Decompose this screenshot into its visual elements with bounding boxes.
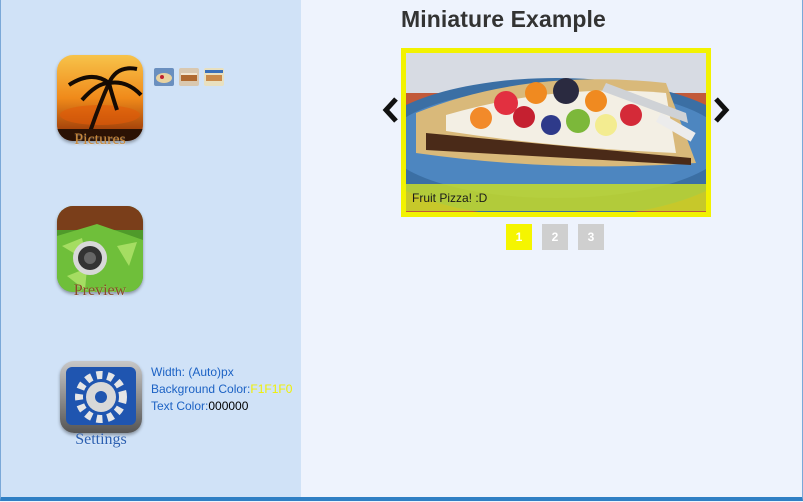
settings-list: Width: (Auto)px Background Color:F1F1F0 … (151, 364, 292, 415)
width-setting[interactable]: Width: (Auto)px (151, 364, 292, 381)
food-thumbnail-icon (154, 68, 174, 86)
text-color-setting[interactable]: Text Color:000000 (151, 398, 292, 415)
width-label: Width: (151, 365, 186, 379)
gear-icon (60, 361, 142, 433)
sidebar (1, 0, 301, 497)
text-color-label: Text Color: (151, 399, 209, 413)
chevron-left-icon (382, 97, 398, 123)
food-thumbnail-icon (179, 68, 199, 86)
image-carousel: Fruit Pizza! :D (401, 48, 711, 217)
settings-app-label: Settings (75, 431, 127, 448)
carousel-pagination: 1 2 3 (506, 224, 604, 250)
slide-caption: Fruit Pizza! :D (412, 191, 488, 205)
page-button-2[interactable]: 2 (542, 224, 568, 250)
thumbnail[interactable] (154, 68, 174, 86)
page-button-1[interactable]: 1 (506, 224, 532, 250)
background-color-label: Background Color: (151, 382, 251, 396)
sunset-palm-icon (57, 55, 143, 141)
pictures-app-icon[interactable] (57, 55, 143, 141)
thumbnail[interactable] (179, 68, 199, 86)
settings-app-icon[interactable] (60, 361, 142, 433)
camera-lens-icon (57, 206, 143, 292)
page-title: Miniature Example (401, 6, 606, 32)
preview-app-icon[interactable] (57, 206, 143, 292)
pictures-app-label: Pictures (74, 131, 126, 148)
previous-slide-button[interactable] (380, 96, 402, 124)
text-color-value: 000000 (208, 399, 249, 413)
page-button-3[interactable]: 3 (578, 224, 604, 250)
food-thumbnail-icon (204, 68, 224, 86)
width-value: (Auto)px (188, 365, 234, 379)
background-color-value: F1F1F0 (250, 382, 293, 396)
preview-app-label: Preview (73, 282, 127, 299)
thumbnail[interactable] (204, 68, 224, 86)
next-slide-button[interactable] (710, 96, 732, 124)
chevron-right-icon (714, 97, 730, 123)
background-color-setting[interactable]: Background Color:F1F1F0 (151, 381, 292, 398)
thumbnail-strip (154, 68, 224, 86)
